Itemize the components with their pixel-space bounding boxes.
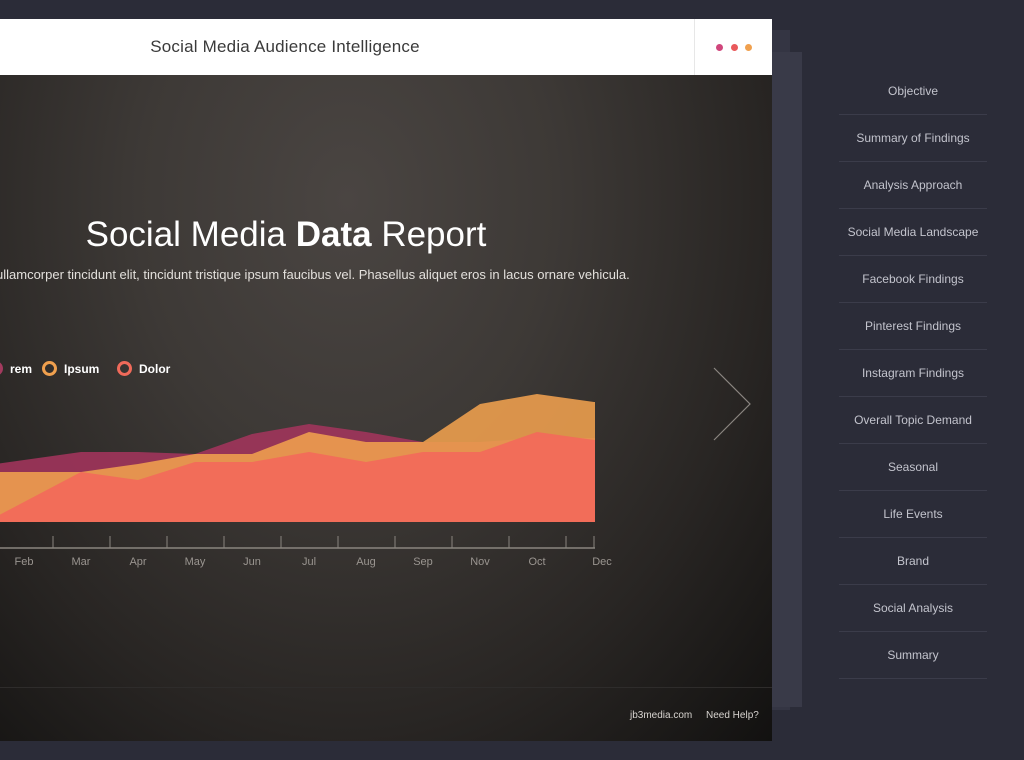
sidebar-item-facebook-findings[interactable]: Facebook Findings	[839, 256, 987, 303]
sidebar-nav: Objective Summary of Findings Analysis App…	[839, 68, 987, 679]
sidebar-item-summary[interactable]: Summary	[839, 632, 987, 679]
sidebar-item-instagram-findings[interactable]: Instagram Findings	[839, 350, 987, 397]
x-tick-label: Apr	[129, 556, 146, 568]
sidebar-item-social-analysis[interactable]: Social Analysis	[839, 585, 987, 632]
chevron-right-icon[interactable]	[708, 364, 758, 444]
x-tick-label: Jul	[302, 556, 316, 568]
x-tick-label: Dec	[592, 556, 612, 568]
x-axis: Feb Mar Apr May Jun Jul Aug Sep Nov Oct Dec	[0, 536, 612, 568]
sidebar-item-social-media-landscape[interactable]: Social Media Landscape	[839, 209, 987, 256]
x-tick-label: Feb	[15, 556, 34, 568]
area-chart: Feb Mar Apr May Jun Jul Aug Sep Nov Oct Dec	[0, 394, 612, 568]
sidebar-item-brand[interactable]: Brand	[839, 538, 987, 585]
chart-areas	[0, 394, 595, 522]
sidebar-item-pinterest-findings[interactable]: Pinterest Findings	[839, 303, 987, 350]
sidebar-item-overall-topic-demand[interactable]: Overall Topic Demand	[839, 397, 987, 444]
footer-site-link[interactable]: jb3media.com	[630, 710, 692, 721]
footer-help-link[interactable]: Need Help?	[706, 710, 759, 721]
sidebar-item-analysis-approach[interactable]: Analysis Approach	[839, 162, 987, 209]
sidebar-item-seasonal[interactable]: Seasonal	[839, 444, 987, 491]
sidebar-item-life-events[interactable]: Life Events	[839, 491, 987, 538]
sidebar-item-objective[interactable]: Objective	[839, 68, 987, 115]
slide-card: Social Media Audience Intelligence Socia…	[0, 19, 772, 741]
x-tick-label: Mar	[72, 556, 91, 568]
x-tick-label: Oct	[528, 556, 545, 568]
x-tick-label: Sep	[413, 556, 433, 568]
x-tick-label: Aug	[356, 556, 376, 568]
x-tick-label: Nov	[470, 556, 490, 568]
footer-divider	[0, 687, 772, 688]
x-tick-label: Jun	[243, 556, 261, 568]
sidebar-item-summary-of-findings[interactable]: Summary of Findings	[839, 115, 987, 162]
x-tick-label: May	[185, 556, 206, 568]
